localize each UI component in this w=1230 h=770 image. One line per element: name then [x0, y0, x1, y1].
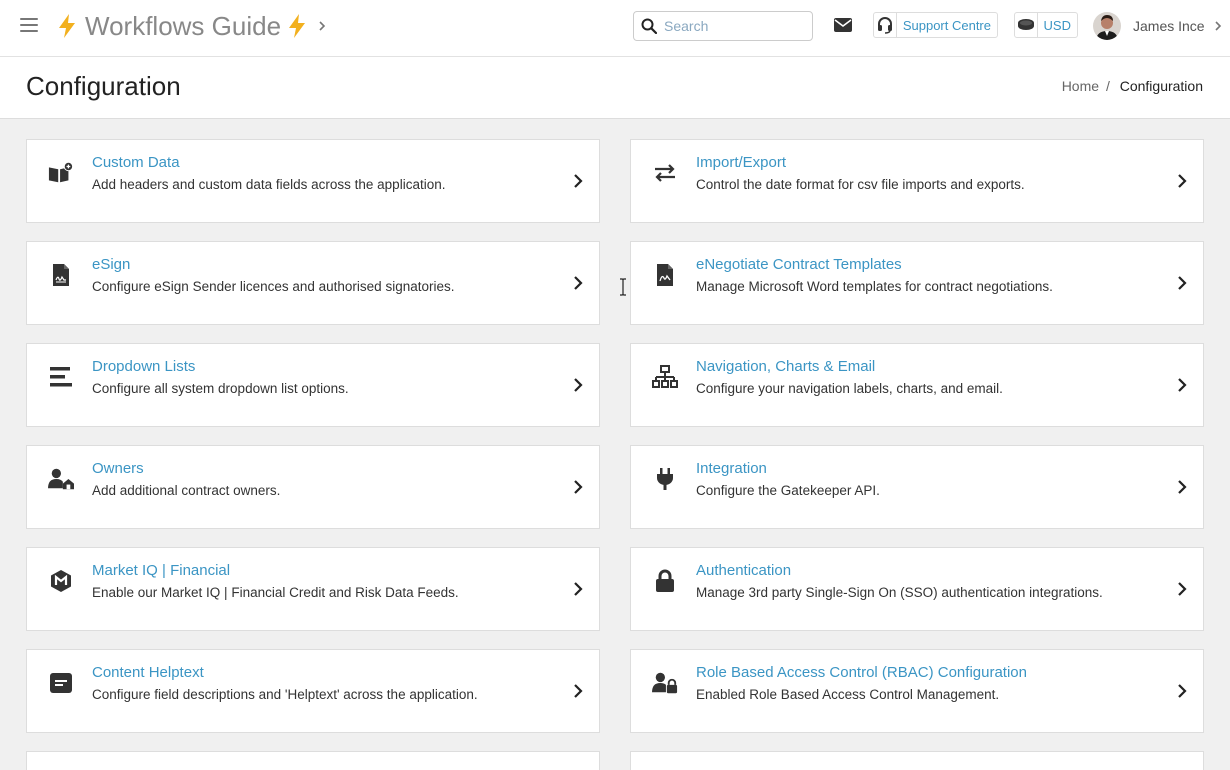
card-description: Add headers and custom data fields acros…	[92, 177, 446, 192]
chevron-right-icon[interactable]	[572, 173, 584, 189]
config-card-enegotiate[interactable]: eNegotiate Contract Templates Manage Mic…	[630, 241, 1204, 325]
support-centre-button[interactable]: Support Centre	[873, 12, 998, 38]
chevron-right-icon[interactable]	[572, 377, 584, 393]
arrows-exchange-icon	[652, 160, 678, 186]
card-title[interactable]: Navigation, Charts & Email	[696, 358, 875, 375]
config-card-content-helptext[interactable]: Content Helptext Configure field descrip…	[26, 649, 600, 733]
contract-document-icon	[652, 262, 678, 288]
config-card-esign[interactable]: eSign Configure eSign Sender licences an…	[26, 241, 600, 325]
card-title[interactable]: Integration	[696, 460, 767, 477]
card-title[interactable]: Dropdown Lists	[92, 358, 195, 375]
market-iq-icon	[48, 568, 74, 594]
lightning-bolt-icon	[59, 14, 75, 38]
currency-label: USD	[1043, 17, 1071, 33]
chevron-right-icon[interactable]	[1176, 581, 1188, 597]
user-home-icon	[48, 466, 74, 492]
breadcrumb-home-link[interactable]: Home	[1062, 78, 1099, 94]
avatar	[1093, 12, 1121, 40]
card-description: Configure all system dropdown list optio…	[92, 381, 349, 396]
chevron-right-icon[interactable]	[1176, 173, 1188, 189]
list-lines-icon	[48, 364, 74, 390]
card-description: Configure field descriptions and 'Helpte…	[92, 687, 478, 702]
app-brand[interactable]: Workflows Guide	[57, 9, 327, 43]
plug-icon	[652, 466, 678, 492]
user-name: James Ince	[1133, 18, 1205, 34]
chevron-right-icon[interactable]	[1176, 683, 1188, 699]
config-card-import-export[interactable]: Import/Export Control the date format fo…	[630, 139, 1204, 223]
currency-icon-box	[1015, 13, 1038, 37]
card-description: Manage 3rd party Single-Sign On (SSO) au…	[696, 585, 1103, 600]
card-title[interactable]: Import/Export	[696, 154, 786, 171]
card-description: Configure eSign Sender licences and auth…	[92, 279, 455, 294]
search-input[interactable]	[664, 18, 804, 34]
config-card-rbac[interactable]: Role Based Access Control (RBAC) Configu…	[630, 649, 1204, 733]
config-card-dropdown-lists[interactable]: Dropdown Lists Configure all system drop…	[26, 343, 600, 427]
card-title[interactable]: Owners	[92, 460, 144, 477]
text-cursor-icon	[620, 278, 626, 296]
user-lock-icon	[652, 670, 678, 696]
support-icon-box	[874, 13, 897, 37]
card-description: Configure your navigation labels, charts…	[696, 381, 1003, 396]
chevron-right-icon[interactable]	[1176, 479, 1188, 495]
signed-document-icon	[48, 262, 74, 288]
chevron-right-icon	[319, 21, 326, 31]
card-description: Enable our Market IQ | Financial Credit …	[92, 585, 459, 600]
book-plus-icon	[48, 160, 74, 186]
config-card-navigation-charts-email[interactable]: Navigation, Charts & Email Configure you…	[630, 343, 1204, 427]
config-card-authentication[interactable]: Authentication Manage 3rd party Single-S…	[630, 547, 1204, 631]
card-title[interactable]: Market IQ | Financial	[92, 562, 230, 579]
config-card-partial[interactable]	[630, 751, 1204, 770]
card-title[interactable]: Content Helptext	[92, 664, 204, 681]
chevron-right-icon	[1215, 21, 1221, 31]
search-box[interactable]	[633, 11, 813, 41]
card-title[interactable]: eSign	[92, 256, 130, 273]
page-header: Configuration Home / Configuration	[0, 57, 1230, 119]
chevron-right-icon[interactable]	[1176, 275, 1188, 291]
card-title[interactable]: Authentication	[696, 562, 791, 579]
config-card-integration[interactable]: Integration Configure the Gatekeeper API…	[630, 445, 1204, 529]
currency-selector[interactable]: USD	[1014, 12, 1078, 38]
card-title[interactable]: Role Based Access Control (RBAC) Configu…	[696, 664, 1027, 681]
card-description: Manage Microsoft Word templates for cont…	[696, 279, 1053, 294]
card-title[interactable]: Custom Data	[92, 154, 180, 171]
coins-icon	[1017, 19, 1034, 30]
network-icon	[652, 364, 678, 390]
card-description: Add additional contract owners.	[92, 483, 281, 498]
config-card-custom-data[interactable]: Custom Data Add headers and custom data …	[26, 139, 600, 223]
headset-icon	[877, 17, 892, 34]
config-card-owners[interactable]: Owners Add additional contract owners.	[26, 445, 600, 529]
card-description: Enabled Role Based Access Control Manage…	[696, 687, 1000, 702]
mail-icon[interactable]	[833, 16, 853, 34]
user-menu[interactable]: James Ince	[1093, 11, 1223, 41]
chevron-right-icon[interactable]	[572, 581, 584, 597]
card-description: Configure the Gatekeeper API.	[696, 483, 880, 498]
chevron-right-icon[interactable]	[572, 683, 584, 699]
hamburger-menu-icon[interactable]	[20, 18, 38, 34]
chevron-right-icon[interactable]	[572, 479, 584, 495]
app-title: Workflows Guide	[85, 10, 282, 41]
card-title[interactable]: eNegotiate Contract Templates	[696, 256, 902, 273]
chevron-right-icon[interactable]	[572, 275, 584, 291]
top-bar: Workflows Guide Support Centre USD James…	[0, 0, 1230, 57]
message-square-icon	[48, 670, 74, 696]
lock-icon	[652, 568, 678, 594]
lightning-bolt-icon	[289, 14, 306, 38]
breadcrumb-separator: /	[1105, 78, 1110, 94]
card-description: Control the date format for csv file imp…	[696, 177, 1025, 192]
config-card-partial[interactable]	[26, 751, 600, 770]
breadcrumb: Home / Configuration	[1062, 78, 1203, 94]
search-icon	[641, 18, 657, 34]
breadcrumb-current: Configuration	[1119, 78, 1203, 94]
chevron-right-icon[interactable]	[1176, 377, 1188, 393]
page-title: Configuration	[26, 71, 181, 101]
support-centre-label: Support Centre	[902, 17, 991, 33]
config-card-market-iq[interactable]: Market IQ | Financial Enable our Market …	[26, 547, 600, 631]
